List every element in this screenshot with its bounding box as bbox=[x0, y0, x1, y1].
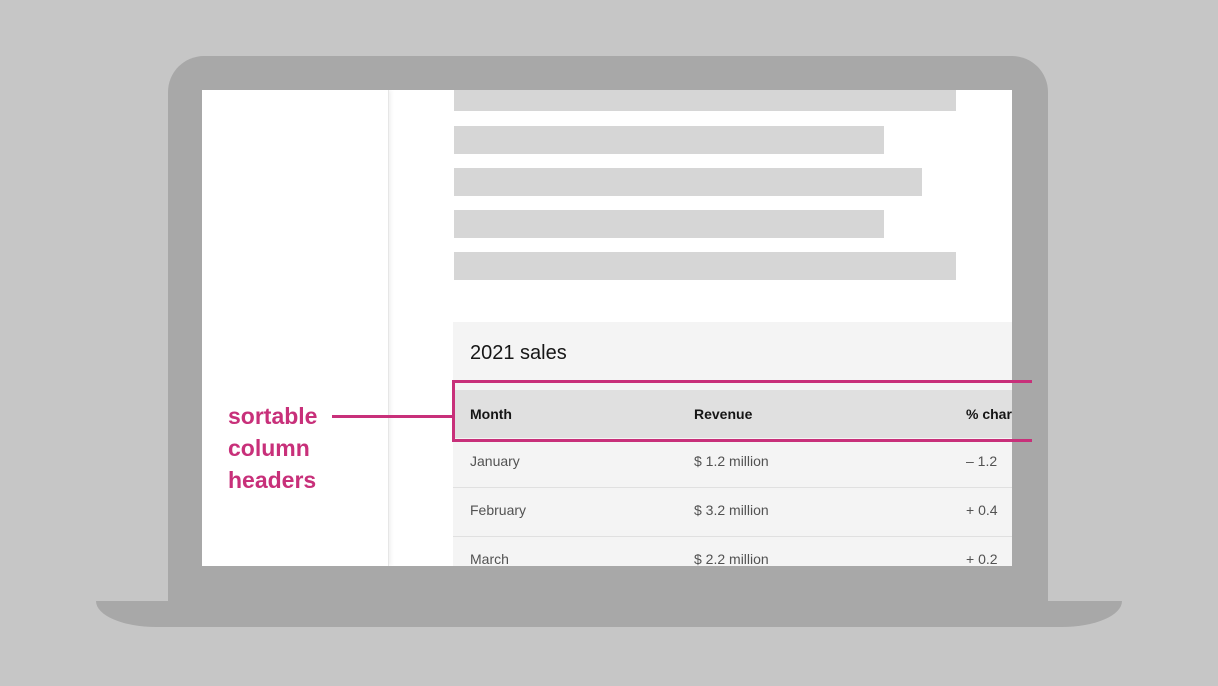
table-title: 2021 sales bbox=[470, 342, 567, 364]
laptop-screen: 2021 sales Month Revenue % char January … bbox=[202, 90, 1012, 566]
table-cell: + 0.4 bbox=[966, 502, 998, 518]
data-table: 2021 sales Month Revenue % char January … bbox=[453, 322, 1012, 566]
table-cell: $ 3.2 million bbox=[694, 502, 769, 518]
table-cell: March bbox=[470, 551, 509, 566]
table-cell: February bbox=[470, 502, 527, 518]
laptop-base bbox=[96, 601, 1122, 627]
table-cell: + 0.2 bbox=[966, 551, 998, 566]
callout-label-line: column bbox=[228, 435, 310, 461]
table-row: February $ 3.2 million + 0.4 bbox=[453, 488, 1012, 537]
callout-connector-line bbox=[332, 415, 454, 418]
table-row: January $ 1.2 million – 1.2 bbox=[453, 439, 1012, 488]
skeleton-text-line bbox=[454, 168, 922, 196]
skeleton-text-line bbox=[454, 126, 884, 154]
table-row: March $ 2.2 million + 0.2 bbox=[453, 537, 1012, 566]
column-header-month[interactable]: Month bbox=[470, 406, 512, 422]
table-cell: January bbox=[470, 453, 520, 469]
skeleton-text-line bbox=[454, 252, 956, 280]
table-cell: – 1.2 bbox=[966, 453, 998, 469]
table-header-row: Month Revenue % char bbox=[453, 390, 1012, 438]
column-header-percent-change[interactable]: % char bbox=[966, 406, 1012, 422]
table-cell: $ 2.2 million bbox=[694, 551, 769, 566]
skeleton-text-line bbox=[454, 210, 884, 238]
skeleton-text-line bbox=[454, 90, 956, 111]
column-header-revenue[interactable]: Revenue bbox=[694, 406, 752, 422]
callout-label-line: sortable bbox=[228, 403, 318, 429]
callout-label-line: headers bbox=[228, 467, 317, 493]
table-cell: $ 1.2 million bbox=[694, 453, 769, 469]
callout-label: sortable column headers bbox=[228, 400, 317, 496]
